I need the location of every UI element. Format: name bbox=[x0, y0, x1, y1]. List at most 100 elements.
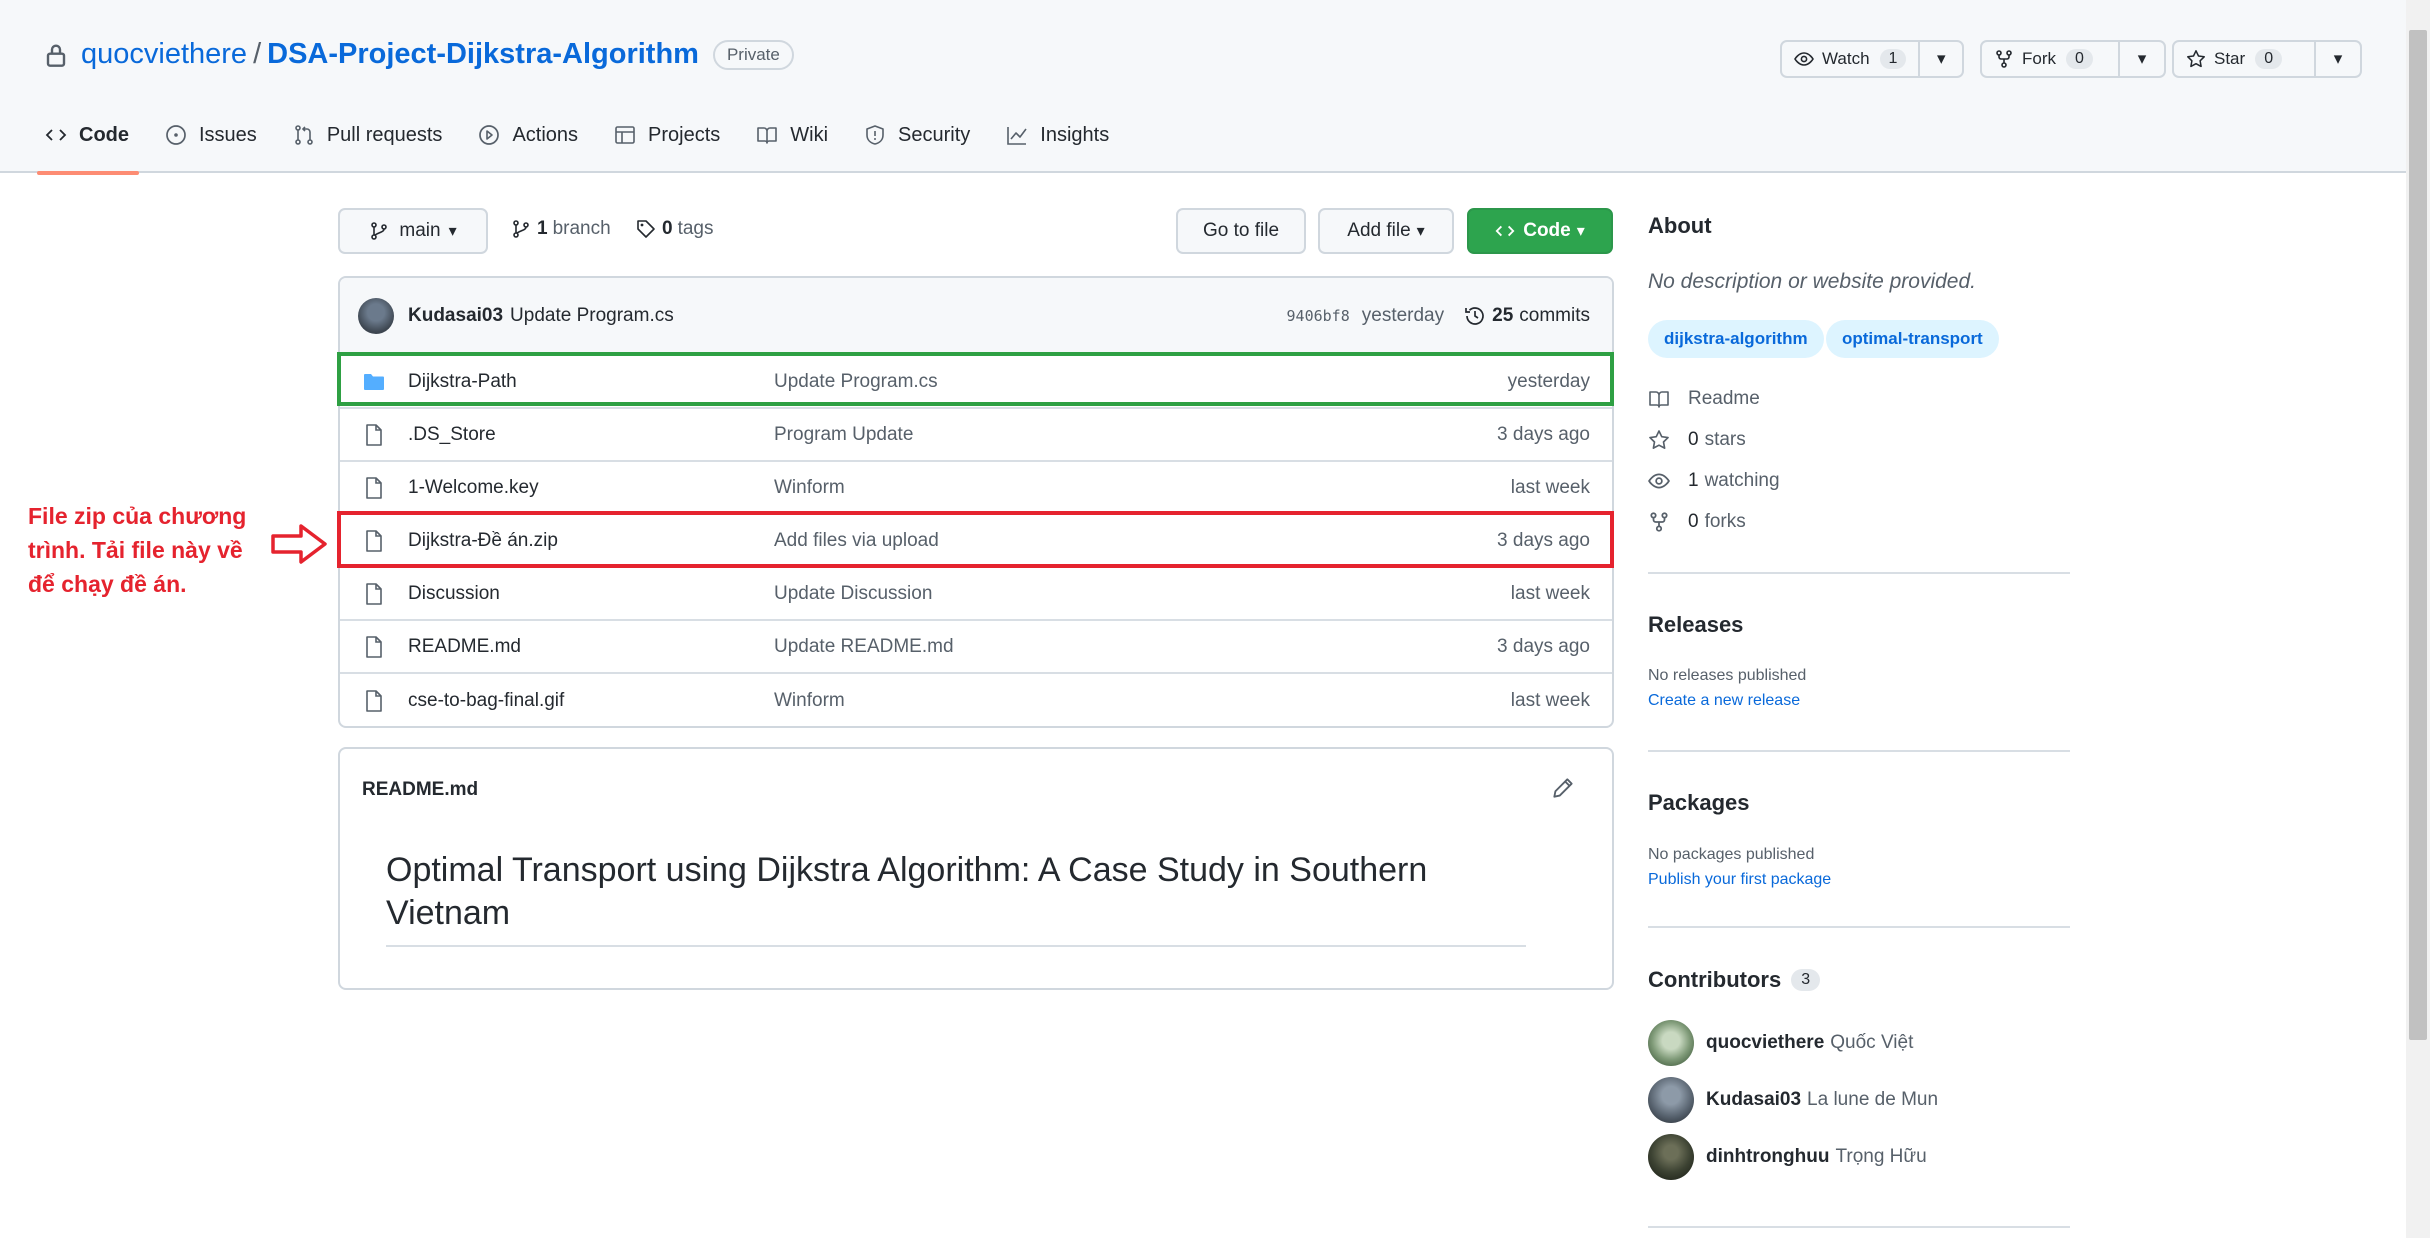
repo-header: quocviethere / DSA-Project-Dijkstra-Algo… bbox=[0, 0, 2406, 175]
file-name-link[interactable]: README.md bbox=[408, 636, 521, 658]
star-icon bbox=[1649, 430, 1669, 449]
contributor-name: Trọng Hữu bbox=[1835, 1146, 1927, 1167]
tab-issues[interactable]: Issues bbox=[165, 124, 257, 173]
branch-selector-button[interactable]: main ▾ bbox=[338, 208, 488, 254]
caret-down-icon: ▾ bbox=[1416, 223, 1425, 240]
star-dropdown-button[interactable]: ▾ bbox=[2316, 42, 2360, 76]
forks-label: forks bbox=[1704, 511, 1746, 532]
page-scrollbar[interactable] bbox=[2406, 0, 2430, 1238]
caret-down-icon: ▾ bbox=[1576, 223, 1585, 240]
tags-count: 0 bbox=[662, 218, 673, 239]
file-icon bbox=[366, 689, 382, 712]
file-name-link[interactable]: .DS_Store bbox=[408, 424, 496, 446]
book-icon bbox=[1649, 391, 1669, 408]
tab-label: Insights bbox=[1040, 124, 1110, 146]
contributor-name: La lune de Mun bbox=[1807, 1089, 1939, 1110]
eye-icon bbox=[1648, 473, 1670, 489]
contributors-count: 3 bbox=[1791, 969, 1821, 991]
tab-code[interactable]: Code bbox=[37, 124, 139, 175]
branches-link[interactable]: 1 branch bbox=[511, 218, 611, 240]
commit-message-link[interactable]: Update Program.cs bbox=[510, 305, 674, 327]
commit-sha-link[interactable]: 9406bf8 bbox=[1287, 307, 1350, 325]
forks-count: 0 bbox=[1688, 511, 1699, 532]
tab-security[interactable]: Security bbox=[864, 124, 970, 173]
file-name-link[interactable]: Discussion bbox=[408, 583, 500, 605]
file-commit-message[interactable]: Winform bbox=[774, 690, 845, 712]
add-file-label: Add file bbox=[1347, 220, 1411, 241]
contributor-name: Quốc Việt bbox=[1830, 1032, 1914, 1053]
repo-tabs: Code Issues Pull requests Actions Projec… bbox=[37, 124, 1145, 175]
go-to-file-button[interactable]: Go to file bbox=[1176, 208, 1306, 254]
releases-heading[interactable]: Releases bbox=[1648, 612, 1743, 638]
tab-label: Pull requests bbox=[326, 124, 443, 146]
lock-icon bbox=[46, 43, 66, 67]
file-name-link[interactable]: cse-to-bag-final.gif bbox=[408, 690, 564, 712]
readme-link[interactable]: Readme bbox=[1648, 388, 1760, 410]
avatar[interactable] bbox=[358, 298, 394, 334]
sidebar-divider bbox=[1648, 572, 2070, 574]
tab-label: Actions bbox=[512, 124, 579, 146]
file-age: last week bbox=[1510, 689, 1590, 711]
caret-down-icon: ▾ bbox=[2333, 49, 2343, 68]
about-heading: About bbox=[1648, 213, 1712, 238]
file-row[interactable]: cse-to-bag-final.gif Winform last week bbox=[340, 674, 1612, 726]
forks-link[interactable]: 0 forks bbox=[1648, 511, 1746, 533]
tab-actions[interactable]: Actions bbox=[478, 124, 578, 173]
file-commit-message[interactable]: Update Discussion bbox=[774, 583, 932, 605]
commits-link[interactable]: 25 commits bbox=[1464, 305, 1590, 327]
fork-button[interactable]: Fork 0 bbox=[1982, 42, 2120, 76]
branches-count: 1 bbox=[537, 218, 548, 239]
file-name-link[interactable]: 1-Welcome.key bbox=[408, 477, 539, 499]
create-release-link[interactable]: Create a new release bbox=[1648, 692, 1800, 710]
stars-link[interactable]: 0 stars bbox=[1648, 429, 1746, 451]
fork-dropdown-button[interactable]: ▾ bbox=[2120, 42, 2164, 76]
topic-tag[interactable]: dijkstra-algorithm bbox=[1648, 320, 1824, 358]
file-age: last week bbox=[1510, 476, 1590, 498]
tab-insights[interactable]: Insights bbox=[1006, 124, 1109, 173]
commit-author-link[interactable]: Kudasai03 bbox=[408, 305, 503, 327]
file-row[interactable]: 1-Welcome.key Winform last week bbox=[340, 462, 1612, 515]
repo-title: quocviethere / DSA-Project-Dijkstra-Algo… bbox=[45, 38, 794, 71]
topic-tag[interactable]: optimal-transport bbox=[1826, 320, 1999, 358]
watching-count: 1 bbox=[1688, 470, 1699, 491]
file-commit-message[interactable]: Update README.md bbox=[774, 636, 954, 658]
file-row[interactable]: README.md Update README.md 3 days ago bbox=[340, 621, 1612, 674]
commits-count: 25 bbox=[1492, 305, 1514, 326]
fork-icon bbox=[1996, 50, 2012, 68]
stars-label: stars bbox=[1704, 429, 1746, 450]
contributor-item[interactable]: quocviethere Quốc Việt bbox=[1648, 1020, 1913, 1066]
tab-projects[interactable]: Projects bbox=[614, 124, 720, 173]
star-button[interactable]: Star 0 bbox=[2174, 42, 2316, 76]
contributor-item[interactable]: dinhtronghuu Trọng Hữu bbox=[1648, 1134, 1927, 1180]
fork-count: 0 bbox=[2066, 49, 2093, 69]
watch-dropdown-button[interactable]: ▾ bbox=[1920, 42, 1962, 76]
watching-label: watching bbox=[1704, 470, 1780, 491]
history-icon bbox=[1465, 307, 1484, 325]
tab-pull-requests[interactable]: Pull requests bbox=[293, 124, 443, 173]
commits-label: commits bbox=[1519, 305, 1590, 326]
file-icon bbox=[366, 423, 382, 446]
issue-icon bbox=[166, 125, 186, 145]
repo-name-link[interactable]: DSA-Project-Dijkstra-Algorithm bbox=[267, 38, 699, 71]
visibility-badge: Private bbox=[712, 39, 794, 70]
branch-icon bbox=[371, 222, 388, 240]
tags-link[interactable]: 0 tags bbox=[636, 218, 714, 240]
scrollbar-thumb[interactable] bbox=[2409, 30, 2427, 1040]
file-row[interactable]: Discussion Update Discussion last week bbox=[340, 568, 1612, 621]
publish-package-link[interactable]: Publish your first package bbox=[1648, 871, 1831, 889]
repo-owner-link[interactable]: quocviethere bbox=[81, 38, 247, 71]
packages-heading[interactable]: Packages bbox=[1648, 790, 1750, 816]
contributor-item[interactable]: Kudasai03 La lune de Mun bbox=[1648, 1077, 1938, 1123]
watching-link[interactable]: 1 watching bbox=[1648, 470, 1780, 492]
add-file-button[interactable]: Add file ▾ bbox=[1318, 208, 1454, 254]
tab-wiki[interactable]: Wiki bbox=[756, 124, 828, 173]
contributors-heading[interactable]: Contributors 3 bbox=[1648, 967, 1821, 993]
file-row[interactable]: .DS_Store Program Update 3 days ago bbox=[340, 409, 1612, 462]
sidebar-divider bbox=[1648, 1226, 2070, 1228]
watch-count: 1 bbox=[1879, 49, 1907, 69]
file-commit-message[interactable]: Winform bbox=[774, 477, 845, 499]
code-dropdown-button[interactable]: Code ▾ bbox=[1467, 208, 1613, 254]
pencil-icon[interactable] bbox=[1550, 775, 1576, 801]
watch-button[interactable]: Watch 1 bbox=[1782, 42, 1921, 76]
file-commit-message[interactable]: Program Update bbox=[774, 424, 913, 446]
